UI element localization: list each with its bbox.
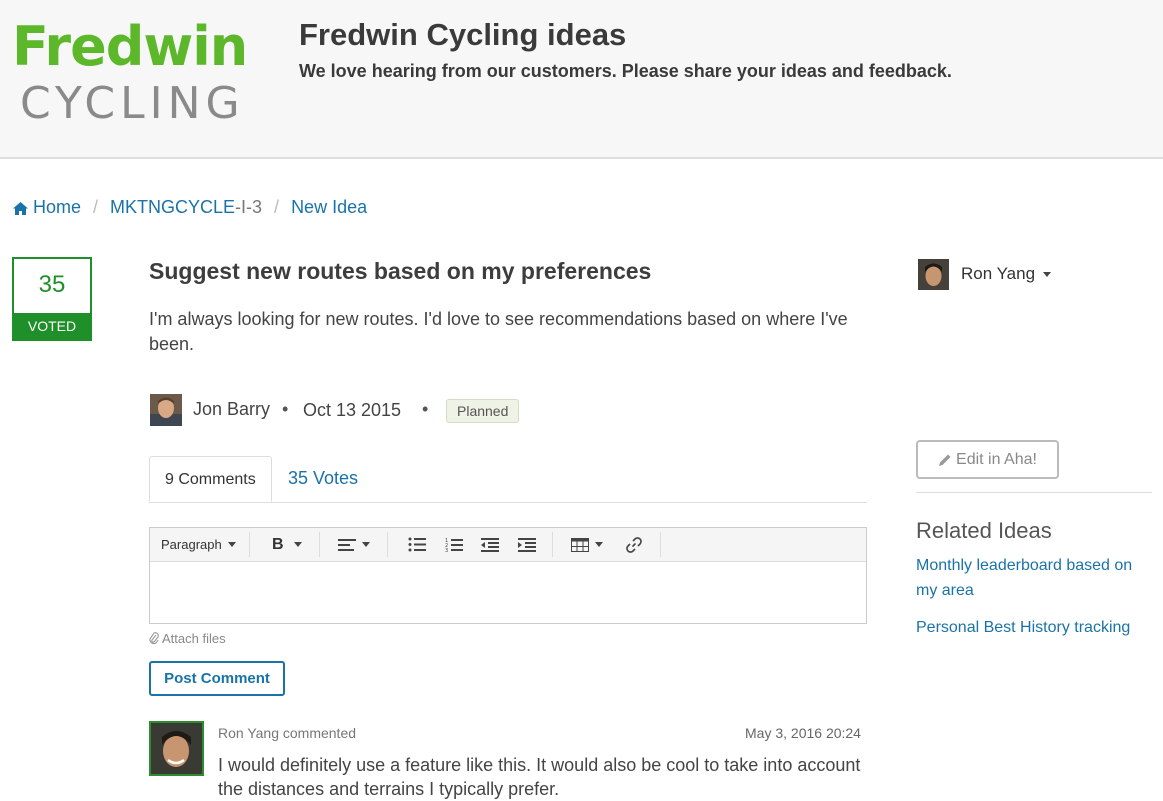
breadcrumb-separator: / bbox=[274, 197, 280, 217]
breadcrumb-idea-ref-suffix: -I-3 bbox=[235, 197, 263, 217]
toolbar-divider bbox=[249, 532, 250, 557]
bold-button[interactable]: B bbox=[272, 528, 302, 561]
status-badge: Planned bbox=[446, 399, 520, 423]
outdent-button[interactable] bbox=[481, 528, 499, 561]
meta-dot: • bbox=[422, 399, 429, 419]
user-avatar[interactable] bbox=[918, 259, 949, 290]
avatar[interactable] bbox=[150, 394, 182, 426]
indent-button[interactable] bbox=[518, 528, 536, 561]
comment-textarea[interactable] bbox=[150, 562, 866, 623]
svg-text:3: 3 bbox=[445, 548, 448, 553]
site-subtitle: We love hearing from our customers. Plea… bbox=[299, 61, 952, 81]
idea-description: I'm always looking for new routes. I'd l… bbox=[149, 309, 848, 354]
breadcrumb: Home / MKTNGCYCLE-I-3 / New Idea bbox=[12, 197, 367, 218]
user-name: Ron Yang bbox=[961, 264, 1036, 283]
chevron-down-icon bbox=[293, 542, 302, 547]
breadcrumb-current[interactable]: New Idea bbox=[291, 197, 367, 218]
toolbar-divider bbox=[387, 532, 388, 557]
chevron-down-icon bbox=[595, 542, 603, 547]
tab-votes[interactable]: 35 Votes bbox=[288, 456, 358, 502]
idea-title: Suggest new routes based on my preferenc… bbox=[149, 258, 652, 284]
edit-in-aha-label: Edit in Aha! bbox=[956, 450, 1037, 468]
link-icon bbox=[626, 536, 642, 553]
bullet-list-button[interactable] bbox=[408, 528, 426, 561]
table-button[interactable] bbox=[571, 528, 603, 561]
format-dropdown[interactable]: Paragraph bbox=[161, 528, 236, 561]
attach-files-link[interactable]: Attach files bbox=[149, 631, 226, 646]
avatar[interactable] bbox=[149, 721, 204, 776]
bullet-list-icon bbox=[408, 537, 426, 552]
pencil-icon bbox=[939, 454, 951, 466]
commenter-photo bbox=[151, 723, 202, 774]
breadcrumb-idea-ref-label: MKTNGCYCLE bbox=[110, 197, 236, 217]
chevron-down-icon bbox=[227, 542, 236, 547]
user-menu[interactable]: Ron Yang bbox=[961, 264, 1052, 284]
logo-wordmark[interactable]: Fredwin bbox=[12, 14, 248, 80]
home-icon bbox=[13, 201, 28, 215]
bold-icon: B bbox=[272, 535, 284, 553]
meta-dot: • bbox=[282, 399, 289, 419]
post-comment-button[interactable]: Post Comment bbox=[149, 661, 285, 696]
vote-button[interactable]: 35 VOTED bbox=[12, 257, 92, 341]
paperclip-icon bbox=[149, 632, 159, 645]
related-idea-link[interactable]: Monthly leaderboard based on my area bbox=[916, 553, 1148, 603]
editor-toolbar: Paragraph B 123 bbox=[150, 528, 866, 562]
idea-date: Oct 13 2015 bbox=[303, 400, 402, 420]
tab-comments[interactable]: 9 Comments bbox=[149, 456, 272, 502]
comment-author: Ron Yang commented bbox=[218, 725, 357, 741]
voted-label: VOTED bbox=[14, 313, 90, 339]
comment-timestamp: May 3, 2016 20:24 bbox=[745, 725, 861, 741]
numbered-list-button[interactable]: 123 bbox=[445, 528, 463, 561]
chevron-down-icon bbox=[362, 542, 370, 547]
comment-body: I would definitely use a feature like th… bbox=[218, 755, 861, 799]
breadcrumb-home-label: Home bbox=[33, 197, 82, 217]
indent-icon bbox=[518, 537, 536, 552]
comment-editor: Paragraph B 123 bbox=[149, 527, 867, 624]
align-left-icon bbox=[338, 538, 356, 551]
idea-author[interactable]: Jon Barry bbox=[193, 399, 270, 420]
logo-tagline[interactable]: CYCLING bbox=[20, 78, 245, 130]
numbered-list-icon: 123 bbox=[445, 538, 463, 553]
breadcrumb-home[interactable]: Home bbox=[12, 197, 81, 218]
sidebar-divider bbox=[916, 492, 1152, 493]
format-dropdown-label: Paragraph bbox=[161, 537, 222, 552]
toolbar-divider bbox=[552, 532, 553, 557]
related-idea-link[interactable]: Personal Best History tracking bbox=[916, 615, 1148, 640]
related-ideas-heading: Related Ideas bbox=[916, 518, 1052, 543]
align-button[interactable] bbox=[338, 528, 370, 561]
chevron-down-icon bbox=[1043, 271, 1052, 277]
link-button[interactable] bbox=[625, 528, 643, 561]
table-icon bbox=[571, 537, 589, 552]
attach-files-label: Attach files bbox=[162, 631, 226, 646]
toolbar-divider bbox=[319, 532, 320, 557]
outdent-icon bbox=[481, 537, 499, 552]
breadcrumb-idea-ref[interactable]: MKTNGCYCLE-I-3 bbox=[110, 197, 262, 218]
vote-count: 35 bbox=[38, 271, 66, 298]
breadcrumb-separator: / bbox=[93, 197, 99, 217]
site-title: Fredwin Cycling ideas bbox=[299, 17, 627, 52]
site-header: Fredwin CYCLING Fredwin Cycling ideas We… bbox=[0, 0, 1163, 159]
toolbar-divider bbox=[660, 532, 661, 557]
edit-in-aha-button[interactable]: Edit in Aha! bbox=[916, 440, 1059, 479]
tab-bar: 9 Comments 35 Votes bbox=[149, 456, 867, 503]
